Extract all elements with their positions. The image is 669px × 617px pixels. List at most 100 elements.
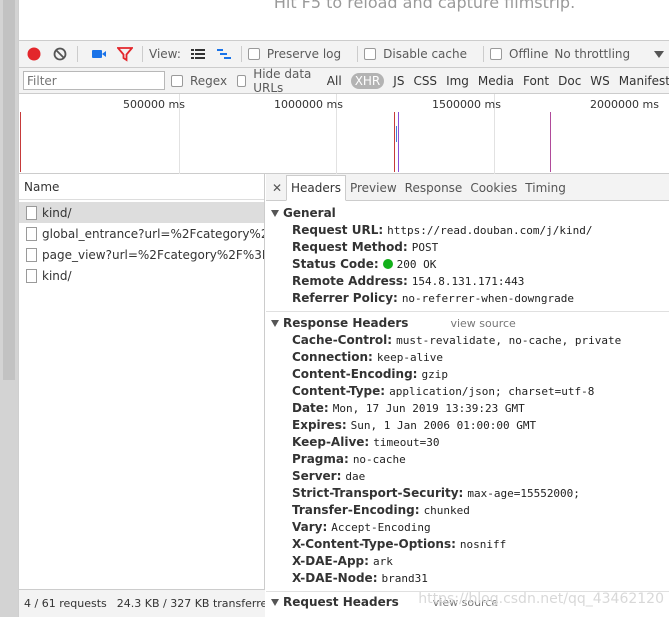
filter-bar: Regex Hide data URLs All XHR JS CSS Img … <box>19 67 669 95</box>
header-key: Expires: <box>292 418 347 432</box>
header-value: application/json; charset=utf-8 <box>389 385 595 398</box>
left-panel-strip <box>0 0 18 617</box>
type-filter-img[interactable]: Img <box>446 74 469 88</box>
timeline-tick-label: 1500000 ms <box>432 98 501 111</box>
type-filter-media[interactable]: Media <box>478 74 514 88</box>
regex-checkbox[interactable]: Regex <box>171 74 227 88</box>
type-filter-manifest[interactable]: Manifest <box>619 74 669 88</box>
camera-icon[interactable] <box>88 43 110 65</box>
header-row: X-DAE-Node: brand31 <box>266 570 669 587</box>
type-filter-css[interactable]: CSS <box>413 74 437 88</box>
timeline-overview[interactable]: 500000 ms 1000000 ms 1500000 ms 2000000 … <box>19 94 669 174</box>
tab-response[interactable]: Response <box>401 176 467 200</box>
header-key: Content-Encoding: <box>292 367 418 381</box>
header-value: brand31 <box>381 572 428 585</box>
network-toolbar: View: Preserve log Disable cache Offline… <box>19 40 669 68</box>
status-code-row: Status Code: 200 OK <box>292 257 437 271</box>
tab-timing[interactable]: Timing <box>521 176 570 200</box>
header-key: Connection: <box>292 350 373 364</box>
expand-triangle-icon <box>271 320 279 327</box>
header-row: Keep-Alive: timeout=30 <box>266 434 669 451</box>
response-headers-section: Response Headers view source Cache-Contro… <box>266 312 669 592</box>
header-key: Date: <box>292 401 329 415</box>
separator <box>240 46 242 62</box>
header-value: timeout=30 <box>373 436 440 449</box>
general-header[interactable]: General <box>266 205 669 222</box>
header-key: Keep-Alive: <box>292 435 370 449</box>
view-source-link[interactable]: view source <box>450 315 515 332</box>
header-row: Connection: keep-alive <box>266 349 669 366</box>
section-title: Response Headers <box>283 316 409 330</box>
section-title: Request Headers <box>283 595 399 609</box>
timeline-dcl-marker <box>550 112 551 172</box>
header-row: Vary: Accept-Encoding <box>266 519 669 536</box>
header-value: no-cache <box>352 453 406 466</box>
preserve-log-checkbox[interactable]: Preserve log <box>247 47 341 61</box>
header-key: X-DAE-App: <box>292 554 369 568</box>
header-value: max-age=15552000; <box>467 487 580 500</box>
response-header-rows: Cache-Control: must-revalidate, no-cache,… <box>266 332 669 587</box>
header-row: Transfer-Encoding: chunked <box>266 502 669 519</box>
request-method-row: Request Method: POST <box>292 240 439 254</box>
file-icon <box>26 247 37 262</box>
header-row: Content-Encoding: gzip <box>266 366 669 383</box>
header-row: Pragma: no-cache <box>266 451 669 468</box>
tab-headers[interactable]: Headers <box>286 175 346 201</box>
detail-tabs: ✕ Headers Preview Response Cookies Timin… <box>266 174 669 201</box>
separator <box>142 46 143 62</box>
list-item[interactable]: kind/ <box>19 202 264 223</box>
timeline-dcl-marker <box>398 112 399 172</box>
tab-preview[interactable]: Preview <box>346 176 401 200</box>
header-row: Expires: Sun, 1 Jan 2006 01:00:00 GMT <box>266 417 669 434</box>
hide-data-urls-checkbox[interactable]: Hide data URLs <box>237 67 319 95</box>
header-value: Accept-Encoding <box>331 521 431 534</box>
header-key: Server: <box>292 469 342 483</box>
header-row: Cache-Control: must-revalidate, no-cache,… <box>266 332 669 349</box>
section-title: General <box>283 206 336 220</box>
watermark: https://blog.csdn.net/qq_43462120 <box>418 591 664 607</box>
disable-cache-label: Disable cache <box>383 47 467 61</box>
timeline-load-marker <box>394 112 395 172</box>
chevron-down-icon[interactable] <box>654 50 664 58</box>
waterfall-icon[interactable] <box>213 43 235 65</box>
referrer-policy-row: Referrer Policy: no-referrer-when-downgra… <box>292 291 574 305</box>
header-key: Content-Type: <box>292 384 386 398</box>
disable-cache-checkbox[interactable]: Disable cache <box>364 47 467 61</box>
list-item[interactable]: page_view?url=%2Fcategory%2F%3Fso... <box>19 244 264 265</box>
list-item[interactable]: kind/ <box>19 265 264 286</box>
record-icon[interactable] <box>23 43 45 65</box>
type-filter-font[interactable]: Font <box>523 74 549 88</box>
header-key: Cache-Control: <box>292 333 393 347</box>
file-icon <box>26 268 37 283</box>
scrollbar-thumb[interactable] <box>3 0 15 380</box>
separator <box>357 46 359 62</box>
tab-cookies[interactable]: Cookies <box>466 176 521 200</box>
header-value: gzip <box>421 368 448 381</box>
expand-triangle-icon <box>271 599 279 606</box>
offline-checkbox[interactable]: Offline <box>490 47 548 61</box>
type-filter-all[interactable]: All <box>327 74 342 88</box>
type-filter-ws[interactable]: WS <box>590 74 609 88</box>
header-row: Server: dae <box>266 468 669 485</box>
type-filter-doc[interactable]: Doc <box>558 74 581 88</box>
large-rows-icon[interactable] <box>187 43 209 65</box>
clear-icon[interactable] <box>49 43 71 65</box>
timeline-load-marker <box>20 112 21 172</box>
response-headers-header[interactable]: Response Headers view source <box>266 315 669 332</box>
header-key: X-Content-Type-Options: <box>292 537 456 551</box>
type-filter-xhr[interactable]: XHR <box>350 72 385 89</box>
header-value: nosniff <box>459 538 507 551</box>
separator <box>77 46 78 62</box>
request-url-row: Request URL: https://read.douban.com/j/ki… <box>292 223 593 237</box>
list-item[interactable]: global_entrance?url=%2Fcategory%2F <box>19 223 264 244</box>
filter-input[interactable] <box>23 71 165 90</box>
throttling-select[interactable]: No throttling <box>554 47 630 61</box>
header-row: Content-Type: application/json; charset=u… <box>266 383 669 400</box>
header-row: Date: Mon, 17 Jun 2019 13:39:23 GMT <box>266 400 669 417</box>
type-filter-js[interactable]: JS <box>393 74 404 88</box>
name-column-header[interactable]: Name <box>19 174 264 200</box>
transferred-size: 24.3 KB / 327 KB transferred... <box>116 597 265 610</box>
filter-icon[interactable] <box>114 43 136 65</box>
close-icon[interactable]: ✕ <box>268 176 286 200</box>
header-value: Mon, 17 Jun 2019 13:39:23 GMT <box>332 402 525 415</box>
